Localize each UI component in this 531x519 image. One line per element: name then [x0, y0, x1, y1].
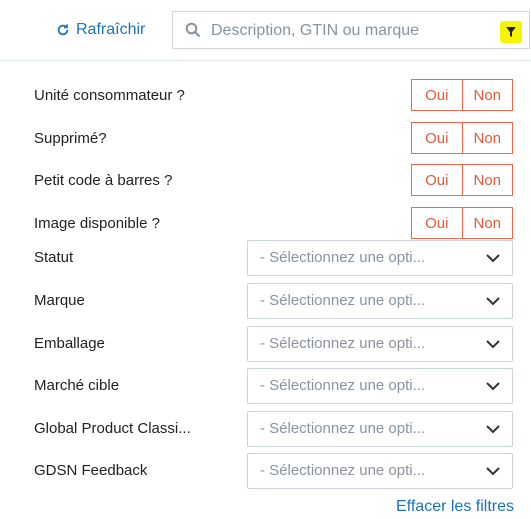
- select-placeholder: - Sélectionnez une opti...: [260, 462, 426, 479]
- filter-label: Petit code à barres ?: [34, 172, 173, 189]
- filter-label: Supprimé?: [34, 130, 107, 147]
- filter-label: Global Product Classi...: [34, 420, 191, 437]
- toolbar: Rafraîchir: [0, 0, 531, 61]
- clear-filters-link[interactable]: Effacer les filtres: [396, 498, 514, 516]
- select-placeholder: - Sélectionnez une opti...: [260, 377, 426, 394]
- yes-option[interactable]: Oui: [412, 123, 462, 153]
- select-placeholder: - Sélectionnez une opti...: [260, 249, 426, 266]
- packaging-select[interactable]: - Sélectionnez une opti...: [247, 326, 513, 362]
- select-placeholder: - Sélectionnez une opti...: [260, 335, 426, 352]
- filter-label: Marché cible: [34, 377, 120, 394]
- filter-label: Image disponible ?: [34, 215, 160, 232]
- chevron-down-icon: [486, 254, 500, 263]
- filter-label: GDSN Feedback: [34, 462, 148, 479]
- filter-label: Marque: [34, 292, 85, 309]
- search-box[interactable]: [172, 11, 530, 49]
- chevron-down-icon: [486, 467, 500, 476]
- gpc-select[interactable]: - Sélectionnez une opti...: [247, 411, 513, 447]
- yes-option[interactable]: Oui: [412, 165, 462, 195]
- gdsn-feedback-select[interactable]: - Sélectionnez une opti...: [247, 453, 513, 489]
- refresh-button[interactable]: Rafraîchir: [56, 18, 145, 42]
- yes-no-toggle: Oui Non: [411, 207, 513, 239]
- yes-no-toggle: Oui Non: [411, 164, 513, 196]
- filter-button[interactable]: [500, 21, 522, 43]
- chevron-down-icon: [486, 425, 500, 434]
- search-input[interactable]: [209, 18, 483, 44]
- no-option[interactable]: Non: [461, 208, 513, 238]
- search-icon: [185, 22, 201, 38]
- yes-no-toggle: Oui Non: [411, 122, 513, 154]
- chevron-down-icon: [486, 340, 500, 349]
- refresh-icon: [57, 24, 69, 36]
- filter-label: Emballage: [34, 335, 105, 352]
- brand-select[interactable]: - Sélectionnez une opti...: [247, 283, 513, 319]
- yes-option[interactable]: Oui: [412, 80, 462, 110]
- filter-label: Statut: [34, 249, 74, 266]
- select-placeholder: - Sélectionnez une opti...: [260, 292, 426, 309]
- chevron-down-icon: [486, 382, 500, 391]
- yes-option[interactable]: Oui: [412, 208, 462, 238]
- status-select[interactable]: - Sélectionnez une opti...: [247, 240, 513, 276]
- yes-no-toggle: Oui Non: [411, 79, 513, 111]
- refresh-label: Rafraîchir: [76, 21, 146, 38]
- no-option[interactable]: Non: [461, 123, 513, 153]
- filter-label: Unité consommateur ?: [34, 87, 185, 104]
- no-option[interactable]: Non: [461, 80, 513, 110]
- select-placeholder: - Sélectionnez une opti...: [260, 420, 426, 437]
- chevron-down-icon: [486, 297, 500, 306]
- target-market-select[interactable]: - Sélectionnez une opti...: [247, 368, 513, 404]
- filter-icon: [506, 27, 516, 37]
- no-option[interactable]: Non: [461, 165, 513, 195]
